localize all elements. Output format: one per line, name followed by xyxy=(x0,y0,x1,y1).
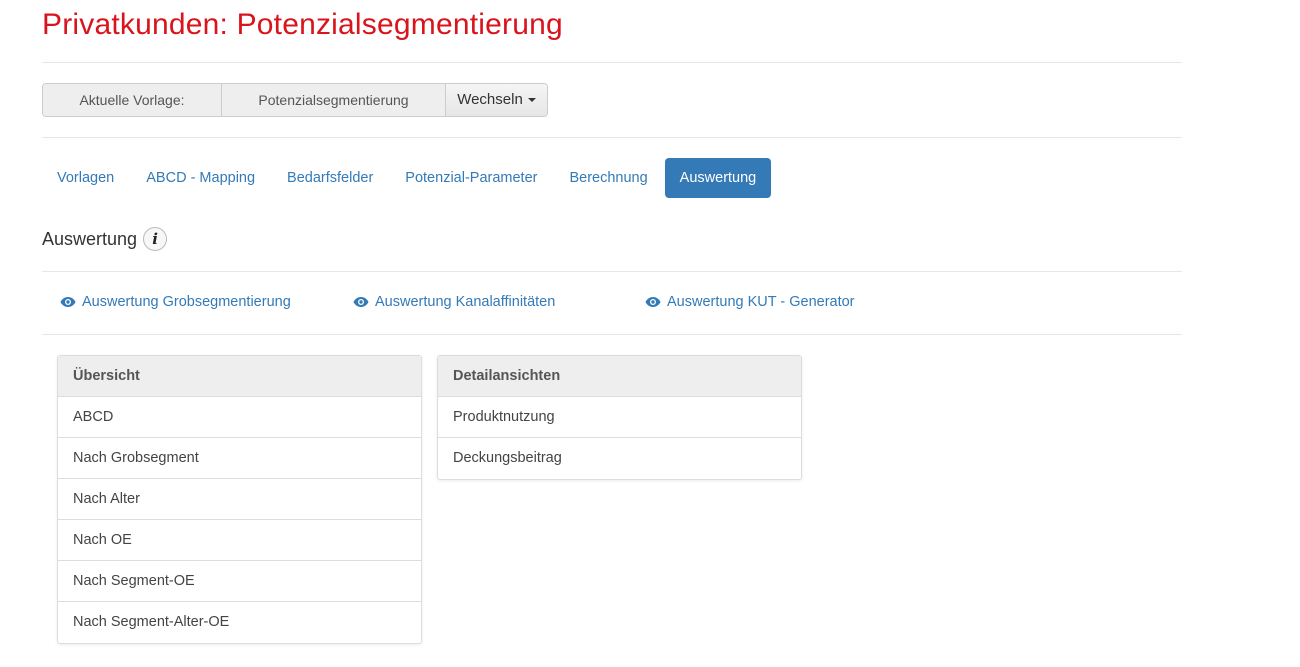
main-tabs: Vorlagen ABCD - Mapping Bedarfsfelder Po… xyxy=(42,158,772,198)
info-icon[interactable]: i xyxy=(143,227,168,251)
link-label: Auswertung Grobsegmentierung xyxy=(82,294,291,310)
overview-heading: Übersicht xyxy=(58,356,421,397)
list-item[interactable]: Nach Alter xyxy=(58,479,421,520)
divider xyxy=(42,137,1182,138)
overview-panel: Übersicht ABCD Nach Grobsegment Nach Alt… xyxy=(57,355,422,644)
tab-abcd-mapping[interactable]: ABCD - Mapping xyxy=(131,158,270,198)
template-label: Aktuelle Vorlage: xyxy=(43,84,222,116)
link-label: Auswertung Kanalaffinitäten xyxy=(375,294,556,310)
list-item[interactable]: Nach OE xyxy=(58,520,421,561)
template-selector: Aktuelle Vorlage: Potenzialsegmentierung… xyxy=(42,83,548,117)
list-item[interactable]: Deckungsbeitrag xyxy=(438,438,801,479)
eye-icon xyxy=(60,297,76,307)
link-kut-generator[interactable]: Auswertung KUT - Generator xyxy=(645,294,855,310)
link-kanalaffinitaeten[interactable]: Auswertung Kanalaffinitäten xyxy=(353,294,555,310)
template-value: Potenzialsegmentierung xyxy=(222,84,446,116)
list-item[interactable]: Nach Grobsegment xyxy=(58,438,421,479)
page-title: Privatkunden: Potenzialsegmentierung xyxy=(42,8,563,41)
list-item[interactable]: Produktnutzung xyxy=(438,397,801,438)
switch-label: Wechseln xyxy=(457,91,523,108)
report-links: Auswertung Grobsegmentierung Auswertung … xyxy=(60,294,1160,314)
list-item[interactable]: Nach Segment-Alter-OE xyxy=(58,602,421,643)
details-heading: Detailansichten xyxy=(438,356,801,397)
eye-icon xyxy=(353,297,369,307)
tab-bedarfsfelder[interactable]: Bedarfsfelder xyxy=(272,158,388,198)
list-item[interactable]: ABCD xyxy=(58,397,421,438)
list-item[interactable]: Nach Segment-OE xyxy=(58,561,421,602)
divider xyxy=(42,271,1182,272)
section-title: Auswertung xyxy=(42,228,138,249)
link-label: Auswertung KUT - Generator xyxy=(667,294,855,310)
switch-template-button[interactable]: Wechseln xyxy=(446,84,547,116)
tab-potenzial-parameter[interactable]: Potenzial-Parameter xyxy=(390,158,552,198)
tab-vorlagen[interactable]: Vorlagen xyxy=(42,158,129,198)
tab-auswertung[interactable]: Auswertung xyxy=(664,158,772,198)
tab-berechnung[interactable]: Berechnung xyxy=(554,158,662,198)
link-grobsegmentierung[interactable]: Auswertung Grobsegmentierung xyxy=(60,294,291,310)
section-heading: Auswertung i xyxy=(42,227,168,251)
eye-icon xyxy=(645,297,661,307)
details-panel: Detailansichten Produktnutzung Deckungsb… xyxy=(437,355,802,480)
divider xyxy=(42,334,1182,335)
divider xyxy=(42,62,1182,63)
caret-down-icon xyxy=(527,98,536,103)
